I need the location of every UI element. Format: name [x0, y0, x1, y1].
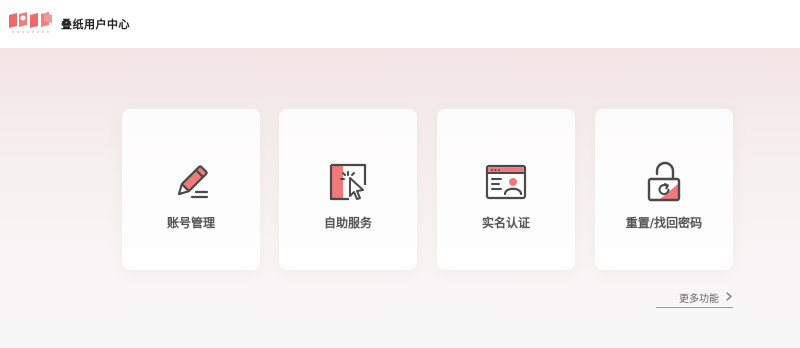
self-service-click-icon: [329, 163, 367, 201]
site-title: 叠纸用户中心: [61, 18, 130, 31]
header: 叠纸用户中心: [0, 0, 800, 48]
card-self-service[interactable]: 自助服务: [279, 109, 417, 270]
more-functions-link[interactable]: 更多功能: [656, 289, 733, 308]
card-label: 重置/找回密码: [625, 216, 703, 230]
pencil-icon: [177, 165, 209, 199]
id-card-icon: [485, 164, 527, 200]
unlock-refresh-icon: [647, 161, 681, 202]
more-functions-label: 更多功能: [679, 294, 719, 305]
card-reset-password[interactable]: 重置/找回密码: [595, 109, 733, 270]
card-account-management[interactable]: 账号管理: [122, 109, 260, 270]
papergames-logo-icon[interactable]: [8, 11, 54, 37]
card-label: 自助服务: [323, 216, 372, 230]
card-label: 账号管理: [166, 216, 215, 230]
card-real-name-verification[interactable]: 实名认证: [437, 109, 575, 270]
chevron-right-icon: [726, 292, 732, 301]
card-label: 实名认证: [481, 216, 530, 230]
